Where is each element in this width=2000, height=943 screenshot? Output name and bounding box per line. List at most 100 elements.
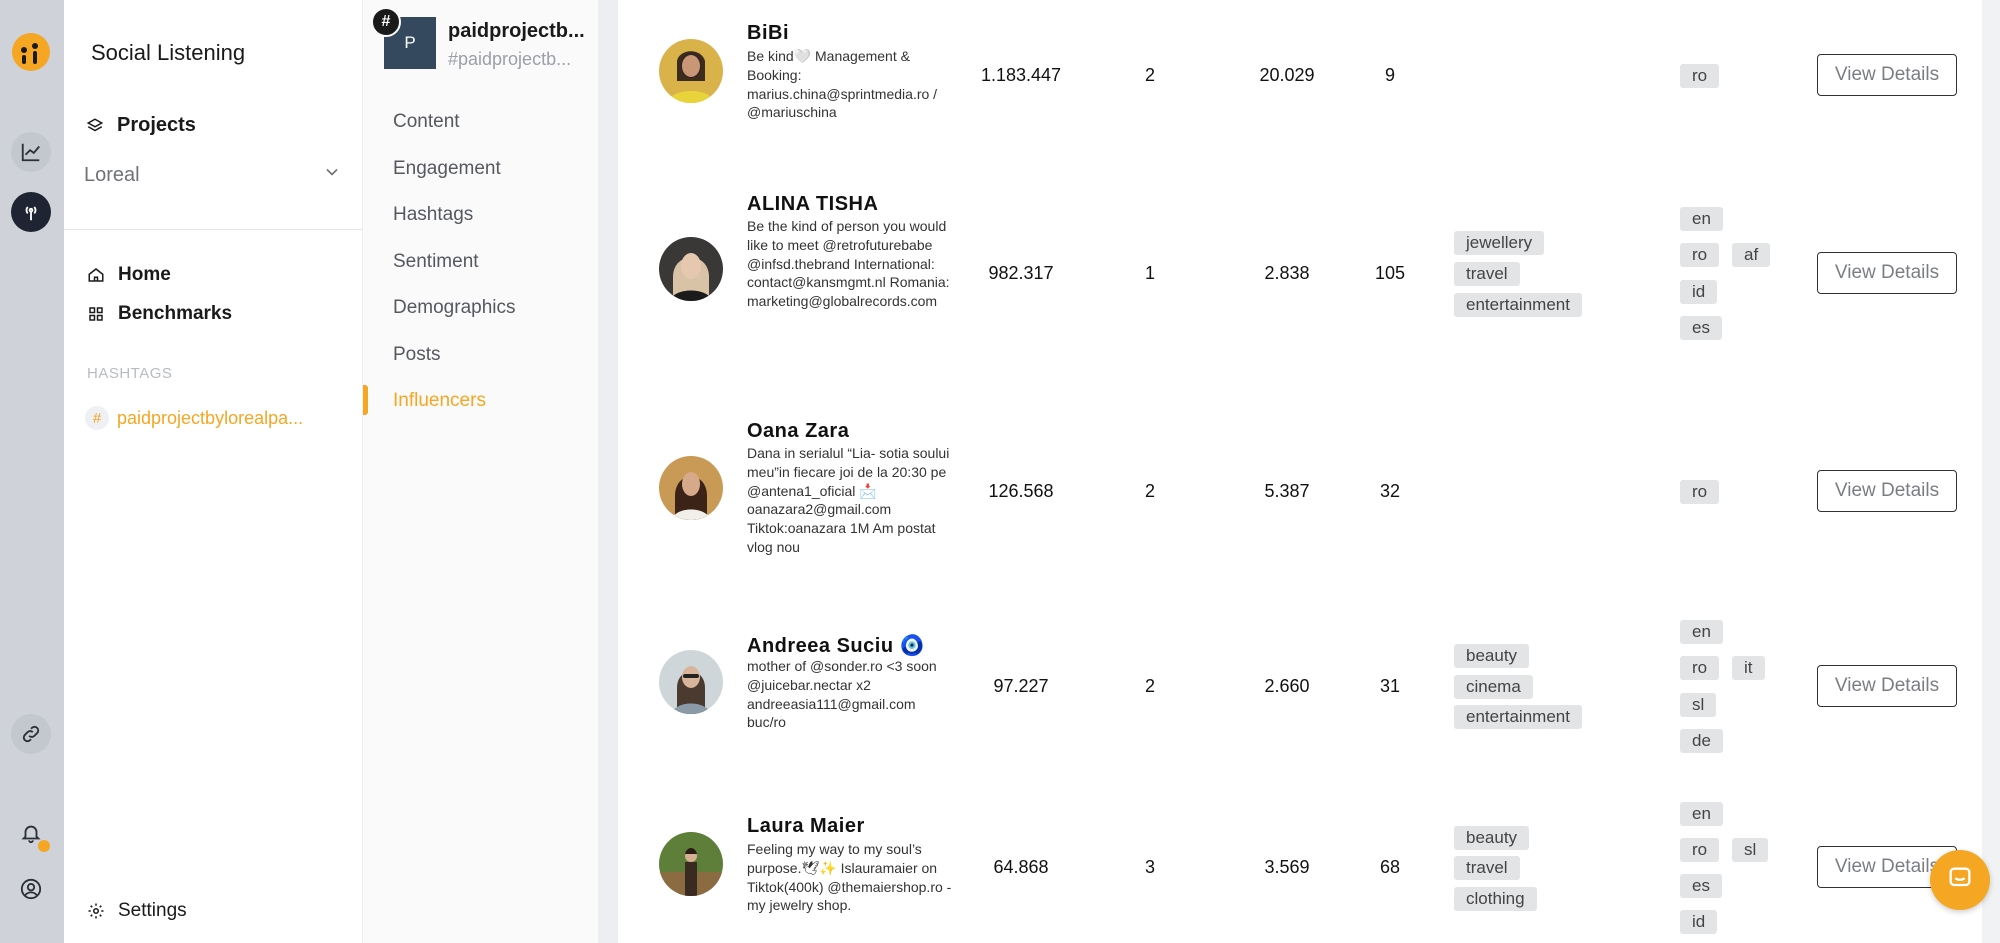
table-row: Oana Zara Dana in serialul “Lia- sotia s… <box>618 400 1982 600</box>
language-tag: af <box>1732 243 1771 267</box>
projects-link[interactable]: Projects <box>85 114 196 137</box>
followers-value: 97.227 <box>993 676 1049 696</box>
layers-icon <box>85 116 105 136</box>
hashtag-icon: # <box>371 7 401 37</box>
project-select[interactable]: Loreal <box>84 162 342 188</box>
view-details-button[interactable]: View Details <box>1817 54 1957 96</box>
hashtags-heading: HASHTAGS <box>87 365 173 382</box>
bell-icon[interactable] <box>11 813 51 853</box>
language-tag: es <box>1680 874 1722 898</box>
table-row: Laura Maier Feeling my way to my soul’s … <box>618 790 1982 943</box>
sidebar-divider <box>64 229 362 230</box>
hashtag-icon: # <box>85 406 109 430</box>
icon-rail <box>0 0 64 943</box>
followers-value: 1.183.447 <box>980 65 1062 85</box>
influencer-bio: mother of @sonder.ro <3 soon @juicebar.n… <box>747 658 937 731</box>
engagement-value: 5.387 <box>1264 481 1310 501</box>
chart-line-icon[interactable] <box>11 132 51 172</box>
language-tag: en <box>1680 207 1723 231</box>
chevron-down-icon <box>322 162 342 188</box>
engagement-value: 2.838 <box>1264 263 1310 283</box>
notification-dot <box>38 840 50 852</box>
chat-launcher-button[interactable] <box>1930 850 1990 910</box>
engagement-value: 20.029 <box>1259 65 1315 85</box>
posts-value: 1 <box>1144 263 1155 283</box>
followers-value: 64.868 <box>993 857 1049 877</box>
view-details-button[interactable]: View Details <box>1817 252 1957 294</box>
avatar <box>659 39 723 103</box>
scrollbar-track[interactable] <box>1982 0 2000 943</box>
influencer-bio: Dana in serialul “Lia- sotia soului meu”… <box>747 445 950 555</box>
followers-value: 982.317 <box>988 263 1054 283</box>
influencer-name: BiBi <box>747 22 789 44</box>
posts-value: 2 <box>1144 676 1155 696</box>
active-indicator <box>363 385 368 415</box>
category-tag: travel <box>1454 856 1520 880</box>
settings-link[interactable]: Settings <box>86 900 187 922</box>
sidebar-item-benchmarks[interactable]: Benchmarks <box>86 303 232 325</box>
subnav-item-content[interactable]: Content <box>393 111 460 133</box>
followers-value: 126.568 <box>988 481 1054 501</box>
app-title: Social Listening <box>91 40 246 65</box>
subnav-item-posts[interactable]: Posts <box>393 344 441 366</box>
language-tag: sl <box>1680 693 1717 717</box>
table-row: BiBi Be kind🤍 Management & Booking: mari… <box>618 0 1982 150</box>
influencer-name: Oana Zara <box>747 420 850 442</box>
category-tag: entertainment <box>1454 705 1582 729</box>
influencer-bio: Be kind🤍 Management & Booking: marius.ch… <box>747 48 938 121</box>
view-details-button[interactable]: View Details <box>1817 470 1957 512</box>
settings-label: Settings <box>118 900 187 921</box>
influencer-name: Laura Maier <box>747 815 865 837</box>
project-sidebar: Social Listening Projects Loreal Home Be… <box>64 0 362 943</box>
language-tag: sl <box>1732 838 1769 862</box>
count-value: 9 <box>1384 65 1395 85</box>
language-tag: ro <box>1680 64 1720 88</box>
language-tag: en <box>1680 620 1723 644</box>
avatar <box>659 237 723 301</box>
posts-value: 2 <box>1144 481 1155 501</box>
subnav-item-sentiment[interactable]: Sentiment <box>393 251 479 273</box>
brand-logo-icon[interactable] <box>11 32 51 72</box>
home-icon <box>86 265 106 285</box>
category-tag: jewellery <box>1454 231 1545 255</box>
broadcast-icon[interactable] <box>11 192 51 232</box>
language-tag: ro <box>1680 656 1720 680</box>
language-tag: de <box>1680 729 1723 753</box>
language-tag: en <box>1680 802 1723 826</box>
posts-value: 2 <box>1144 65 1155 85</box>
link-icon[interactable] <box>11 714 51 754</box>
count-value: 68 <box>1379 857 1401 877</box>
table-row: ALINA TISHA Be the kind of person you wo… <box>618 150 1982 400</box>
project-handle: #paidprojectb... <box>448 49 572 69</box>
language-tag: ro <box>1680 838 1720 862</box>
category-tag: beauty <box>1454 826 1530 850</box>
chat-bubble-icon <box>1946 864 1974 897</box>
sidebar-hashtag-item[interactable]: # paidprojectbylorealpa... <box>85 406 303 430</box>
language-tag: it <box>1732 656 1765 680</box>
influencer-name: ALINA TISHA <box>747 193 879 215</box>
avatar <box>659 650 723 714</box>
project-name: paidprojectb... <box>448 20 585 42</box>
subnav-item-influencers[interactable]: Influencers <box>393 390 486 412</box>
engagement-value: 2.660 <box>1264 676 1310 696</box>
hashtag-label: paidprojectbylorealpa... <box>117 407 304 428</box>
count-value: 31 <box>1379 676 1401 696</box>
subnav-item-engagement[interactable]: Engagement <box>393 158 501 180</box>
subnav-item-demographics[interactable]: Demographics <box>393 297 516 319</box>
avatar <box>659 832 723 896</box>
sidebar-item-label: Home <box>118 264 171 285</box>
view-details-button[interactable]: View Details <box>1817 665 1957 707</box>
avatar <box>659 456 723 520</box>
table-row: Andreea Suciu 🧿 mother of @sonder.ro <3 … <box>618 600 1982 790</box>
subnav-item-hashtags[interactable]: Hashtags <box>393 204 473 226</box>
count-value: 32 <box>1379 481 1401 501</box>
user-circle-icon[interactable] <box>11 869 51 909</box>
engagement-value: 3.569 <box>1264 857 1310 877</box>
influencer-name: Andreea Suciu 🧿 <box>747 635 925 657</box>
language-tag: es <box>1680 316 1722 340</box>
project-select-value: Loreal <box>84 163 140 186</box>
project-subnav: P # paidprojectb... #paidprojectb... Con… <box>362 0 599 943</box>
sidebar-item-label: Benchmarks <box>118 303 233 324</box>
language-tag: id <box>1680 910 1718 934</box>
sidebar-item-home[interactable]: Home <box>86 264 171 286</box>
